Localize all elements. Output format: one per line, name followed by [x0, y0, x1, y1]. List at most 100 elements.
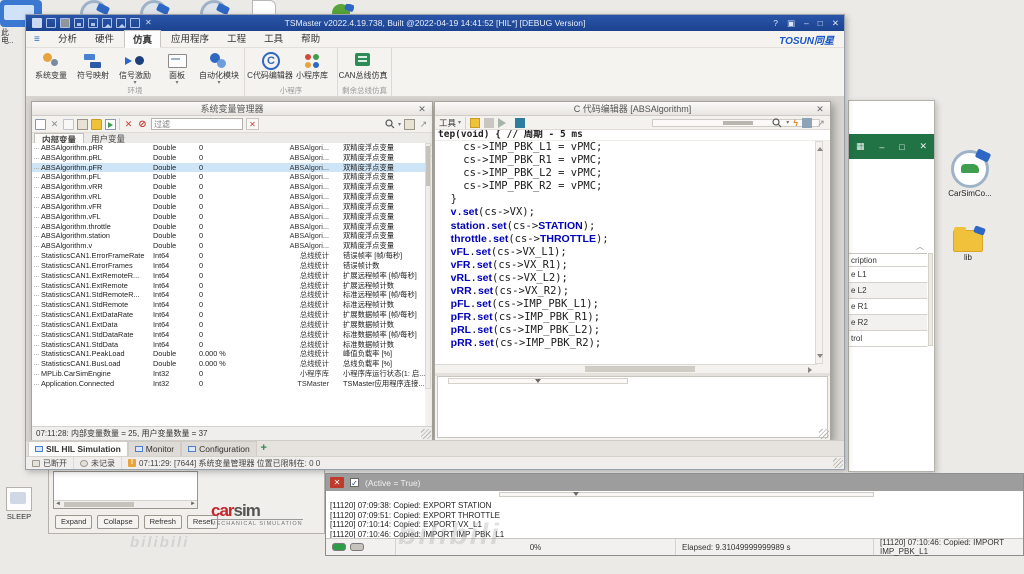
- active-checkbox[interactable]: ✓: [350, 478, 359, 488]
- menu-item[interactable]: 工程: [219, 30, 254, 48]
- add-variable-icon[interactable]: [35, 118, 46, 130]
- stop-icon[interactable]: ⊘: [137, 119, 148, 130]
- table-row[interactable]: StatisticsCAN1.StdDataRate Int64 0 总线统计 …: [32, 330, 425, 340]
- carsim-listbox[interactable]: ◄ ►: [53, 471, 198, 509]
- quick-access-icon[interactable]: [116, 18, 126, 28]
- code-area[interactable]: cs->IMP_PBK_L1 = vPMC; cs->IMP_PBK_R1 = …: [435, 141, 817, 364]
- search-icon[interactable]: [385, 119, 395, 129]
- desktop-app-icon[interactable]: [76, 0, 112, 15]
- chevron-down-icon[interactable]: ▾: [398, 121, 401, 128]
- table-row[interactable]: StatisticsCAN1.BusLoad Double 0.000 % 总线…: [32, 359, 425, 369]
- table-row[interactable]: StatisticsCAN1.StdRemoteR... Int64 0 总线统…: [32, 290, 425, 300]
- titlebar[interactable]: TSMaster v2022.4.19.738, Built @2022-04-…: [26, 15, 844, 31]
- table-row[interactable]: ABSAlgorithm.pFR Double 0 ABSAlgori... 双…: [32, 162, 425, 173]
- menu-item[interactable]: 应用程序: [163, 30, 217, 48]
- table-row[interactable]: ABSAlgorithm.station Double 0 ABSAlgori.…: [32, 231, 425, 241]
- table-row[interactable]: ABSAlgorithm.vFR Double 0 ABSAlgori... 双…: [32, 202, 425, 212]
- vertical-scrollbar[interactable]: [425, 143, 431, 389]
- horizontal-scrollbar[interactable]: [499, 492, 874, 497]
- table-row[interactable]: ABSAlgorithm.vFL Double 0 ABSAlgori... 双…: [32, 212, 425, 222]
- table-row[interactable]: MPLib.CarSimEngine Int32 0 小程序库 小程序库运行状态…: [32, 369, 425, 379]
- window-button[interactable]: ?: [773, 15, 778, 31]
- quick-access-icon[interactable]: [74, 18, 84, 28]
- menu-item[interactable]: 工具: [256, 30, 291, 48]
- table-row[interactable]: StatisticsCAN1.PeakLoad Double 0.000 % 总…: [32, 349, 425, 359]
- quick-access-icon[interactable]: [32, 18, 42, 28]
- table-row[interactable]: e R2: [849, 315, 927, 331]
- table-row[interactable]: ABSAlgorithm.vRL Double 0 ABSAlgori... 双…: [32, 192, 425, 202]
- table-row[interactable]: ABSAlgorithm.pRR Double 0 ABSAlgori... 双…: [32, 143, 425, 153]
- vertical-scrollbar[interactable]: [815, 141, 823, 364]
- table-row[interactable]: StatisticsCAN1.ExtDataRate Int64 0 总线统计 …: [32, 310, 425, 320]
- ribbon-button[interactable]: 面板 ▾: [156, 49, 198, 86]
- quick-access-icon[interactable]: [144, 18, 154, 28]
- horizontal-scrollbar[interactable]: ◄ ►: [54, 500, 197, 508]
- table-row[interactable]: ABSAlgorithm.v Double 0 ABSAlgori... 双精度…: [32, 241, 425, 251]
- workspace-tab[interactable]: Configuration: [181, 441, 257, 456]
- table-row[interactable]: ABSAlgorithm.vRR Double 0 ABSAlgori... 双…: [32, 182, 425, 192]
- window-button[interactable]: ▣: [787, 15, 795, 31]
- build-icon[interactable]: [515, 117, 526, 128]
- menu-item[interactable]: 帮助: [293, 30, 328, 48]
- copy-icon[interactable]: [63, 118, 74, 130]
- console-titlebar[interactable]: ✕ ✓ (Active = True): [326, 474, 1023, 491]
- desktop-icon-carsimco[interactable]: CarSimCo...: [948, 150, 992, 198]
- menu-item[interactable]: 硬件: [87, 30, 122, 48]
- resize-grip[interactable]: [819, 429, 829, 439]
- excel-scrollbar[interactable]: [928, 253, 933, 346]
- ribbon-button[interactable]: CAN总线仿真: [339, 49, 387, 86]
- workspace-tab[interactable]: SIL HIL Simulation: [28, 441, 128, 456]
- ribbon-button[interactable]: 符号映射: [72, 49, 114, 86]
- collapse-chevron-icon[interactable]: ︿: [916, 241, 924, 252]
- edit-mode-icon[interactable]: ≡: [34, 34, 50, 45]
- ribbon-button[interactable]: C代码编辑器: [247, 49, 293, 86]
- desktop-icon-sleep[interactable]: SLEEP: [2, 487, 36, 521]
- table-row[interactable]: e L2: [849, 283, 927, 299]
- add-tab-button[interactable]: +: [257, 441, 271, 456]
- filter-input[interactable]: [151, 118, 243, 130]
- table-row[interactable]: StatisticsCAN1.ExtRemote Int64 0 总线统计 扩展…: [32, 281, 425, 291]
- table-row[interactable]: StatisticsCAN1.ErrorFrames Int64 0 总线统计 …: [32, 261, 425, 271]
- tools-menu[interactable]: 工具 ▾: [439, 117, 461, 129]
- compile-icon[interactable]: ϟ: [793, 118, 798, 128]
- copy-list-icon[interactable]: [404, 118, 415, 130]
- chevron-down-icon[interactable]: ▾: [786, 119, 789, 126]
- excel-window[interactable]: ▦ – □ ✕ ︿ cription e L1 e L2 e R1 e R2 trol: [848, 100, 935, 472]
- resize-grip[interactable]: [421, 429, 431, 439]
- horizontal-scrollbar[interactable]: [448, 378, 628, 384]
- quick-access-icon[interactable]: [60, 18, 70, 28]
- table-row[interactable]: Application.Connected Int32 0 TSMaster T…: [32, 379, 425, 389]
- desktop-app-icon[interactable]: [196, 0, 232, 15]
- horizontal-scrollbar[interactable]: [435, 364, 817, 373]
- open-folder-icon[interactable]: [470, 117, 481, 128]
- table-row[interactable]: StatisticsCAN1.ExtData Int64 0 总线统计 扩展数据…: [32, 320, 425, 330]
- carsim-button[interactable]: Expand: [55, 515, 93, 529]
- desktop-icon-lib[interactable]: lib: [948, 227, 988, 262]
- maximize-icon[interactable]: □: [899, 142, 904, 152]
- carsim-button[interactable]: Refresh: [143, 515, 182, 529]
- workspace-tab[interactable]: Monitor: [127, 441, 182, 456]
- ribbon-button[interactable]: 系统变量: [30, 49, 72, 86]
- external-link-icon[interactable]: ↗: [418, 119, 429, 130]
- sysvar-titlebar[interactable]: 系统变量管理器 ✕: [32, 102, 432, 116]
- import-icon[interactable]: [91, 118, 102, 130]
- carsim-button[interactable]: Collapse: [97, 515, 139, 529]
- scroll-down-icon[interactable]: [817, 354, 823, 361]
- stop-icon[interactable]: [484, 117, 495, 128]
- clear-all-icon[interactable]: ✕: [123, 119, 134, 130]
- table-row[interactable]: e L1: [849, 267, 927, 283]
- export-icon[interactable]: [105, 118, 116, 130]
- scroll-right-icon[interactable]: ►: [190, 501, 196, 508]
- close-icon[interactable]: ✕: [919, 141, 927, 152]
- ribbon-button[interactable]: 信号激励 ▾: [114, 49, 156, 86]
- quick-access-icon[interactable]: [46, 18, 56, 28]
- quick-access-icon[interactable]: [130, 18, 140, 28]
- window-button[interactable]: □: [818, 15, 823, 31]
- quick-access-icon[interactable]: [88, 18, 98, 28]
- scroll-thumb[interactable]: [585, 366, 695, 372]
- table-row[interactable]: trol: [849, 331, 927, 347]
- search-icon[interactable]: [772, 117, 782, 128]
- table-row[interactable]: StatisticsCAN1.StdData Int64 0 总线统计 标准数据…: [32, 340, 425, 350]
- minimize-icon[interactable]: –: [879, 142, 884, 152]
- clear-filter-icon[interactable]: ✕: [246, 118, 259, 130]
